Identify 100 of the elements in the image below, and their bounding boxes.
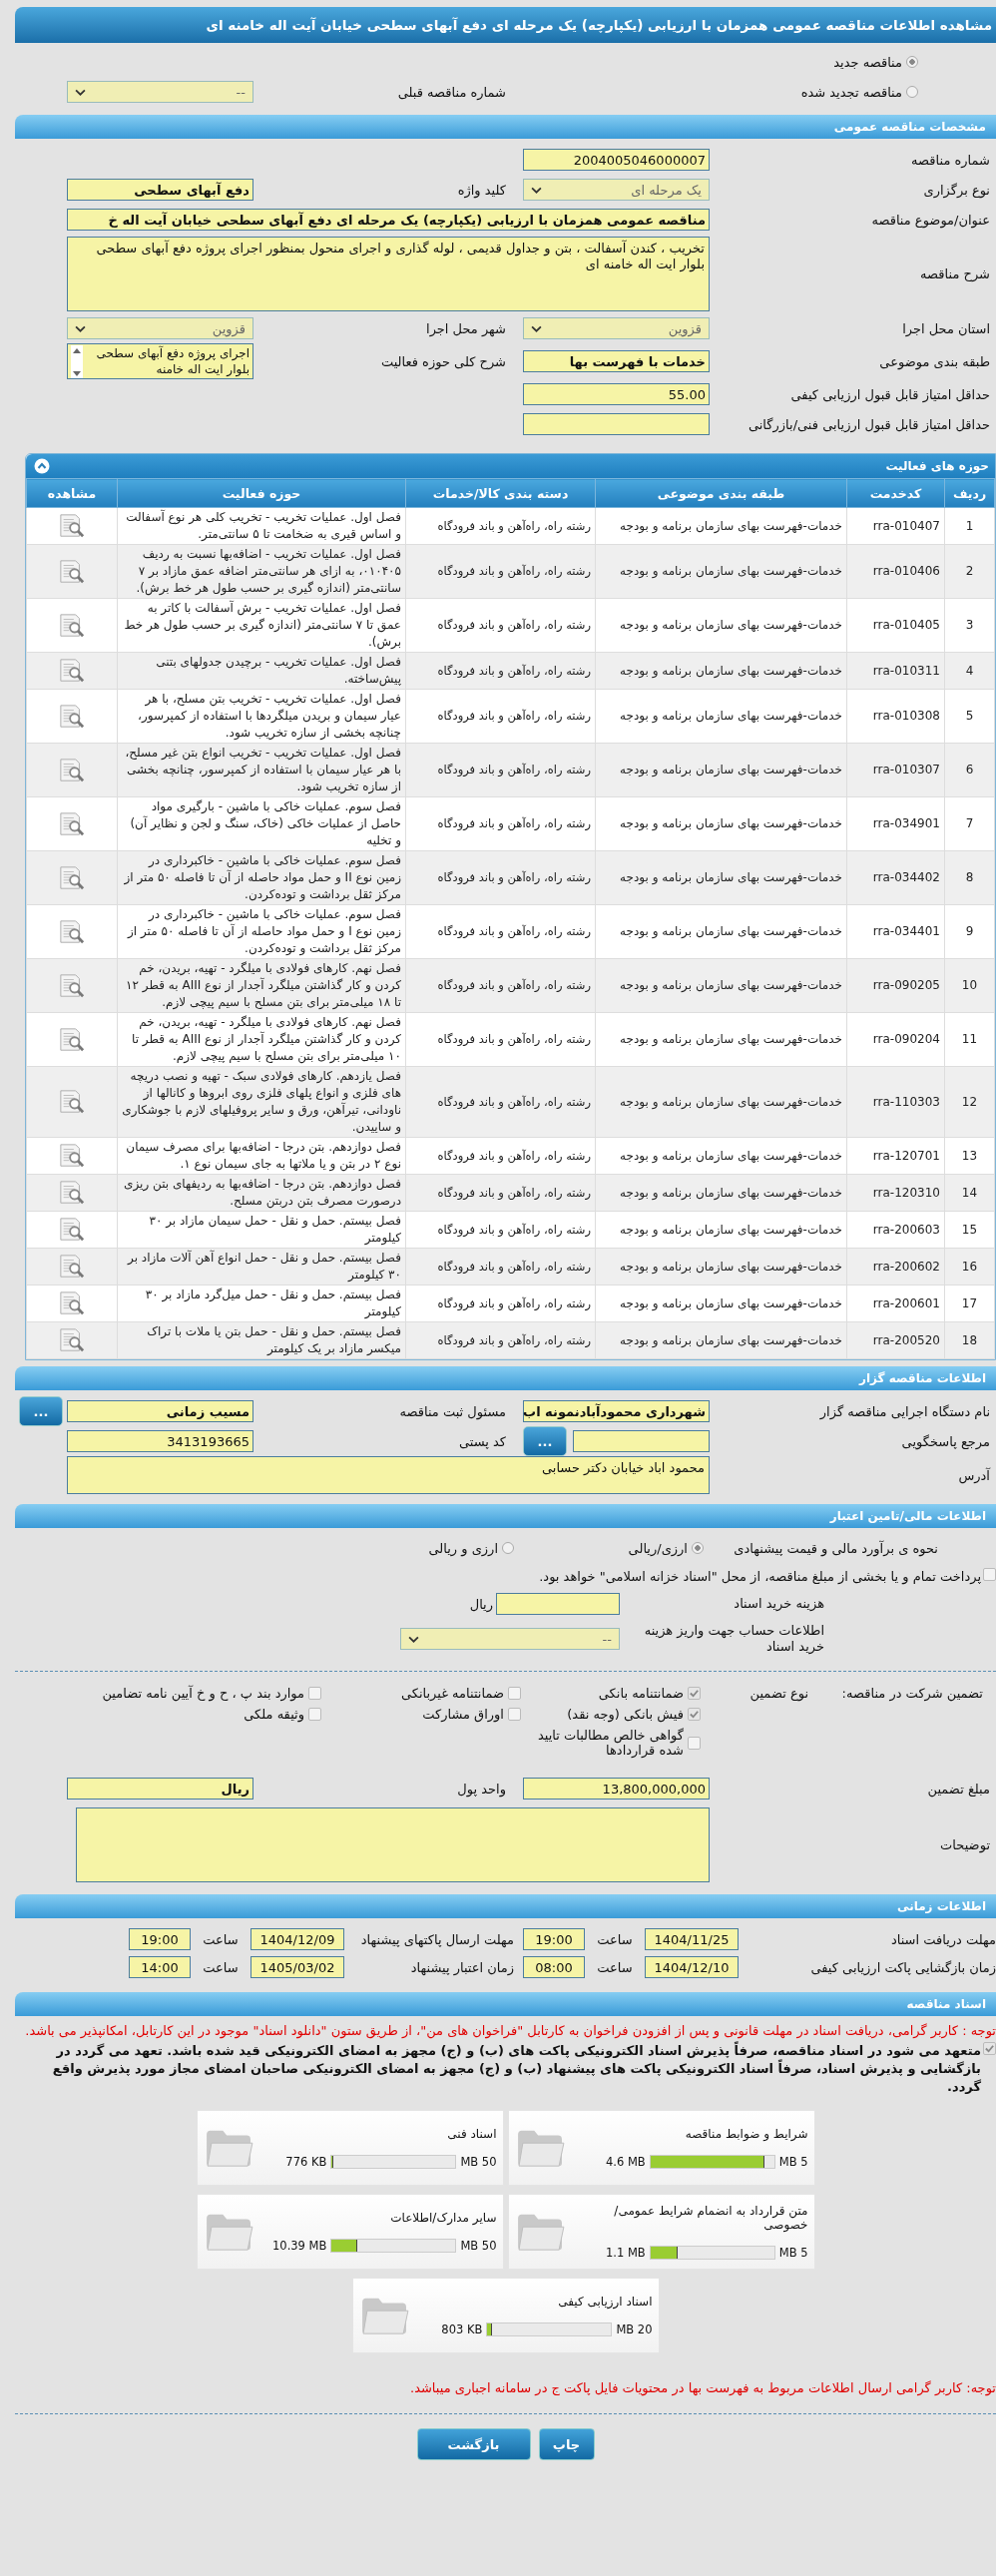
text-field[interactable]: 13,800,000,000 [523, 1778, 710, 1800]
checkbox[interactable] [308, 1687, 321, 1700]
date-field[interactable]: 1405/03/02 [250, 1956, 344, 1978]
document-search-icon[interactable] [58, 703, 86, 730]
table-cell: رشته راه، راه‌آهن و باند فرودگاه [405, 544, 596, 599]
chevron-down-icon [531, 324, 542, 332]
date-field[interactable]: 1404/12/10 [645, 1956, 739, 1978]
time-field[interactable]: 14:00 [129, 1956, 191, 1978]
action-button[interactable]: چاپ [538, 2428, 595, 2460]
dropdown[interactable]: قزوین [523, 317, 710, 339]
date-field[interactable]: 1404/11/25 [645, 1928, 739, 1950]
table-cell: 9 [944, 904, 995, 959]
checkbox[interactable] [308, 1708, 321, 1721]
radio-button[interactable] [502, 1542, 514, 1554]
table-cell: فصل سوم. عملیات خاکی با ماشین - بارگیری مواد حاصل از عملیات خاکی (خاک، سنگ و لجن و نظایر آن) و تخلیه [117, 796, 406, 851]
checkbox[interactable] [508, 1708, 521, 1721]
lookup-button[interactable]: ... [19, 1396, 63, 1426]
radio-button[interactable] [906, 86, 918, 98]
table-cell: فصل بیستم. حمل و نقل - حمل میل‌گرد مازاد بر ۳۰ کیلومتر [117, 1285, 406, 1322]
document-search-icon[interactable] [58, 1290, 86, 1316]
table-cell: رشته راه، راه‌آهن و باند فرودگاه [405, 958, 596, 1013]
text-field[interactable]: ریال [67, 1778, 253, 1800]
page-title: مشاهده اطلاعات مناقصه عمومی همزمان با ارزیابی (یکپارچه) یک مرحله ای دفع آبهای سطحی خیابان آیت اله خامنه ای [206, 17, 992, 33]
document-search-icon[interactable] [58, 918, 86, 945]
used-size: 1.1 MB [605, 2246, 646, 2260]
text-field[interactable] [523, 413, 710, 435]
table-cell: 13 [944, 1137, 995, 1175]
time-field[interactable]: 19:00 [129, 1928, 191, 1950]
text-field[interactable]: مناقصه عمومی همزمان با ارزیابی (یکپارچه) یک مرحله ای دفع آبهای سطحی خیابان آیت اله خ [67, 209, 710, 231]
list-box[interactable]: اجرای پروژه دفع آبهای سطحی بلوار ایت اله خامنه [67, 343, 253, 379]
table-cell: رشته راه، راه‌آهن و باند فرودگاه [405, 796, 596, 851]
dropdown[interactable]: -- [400, 1628, 620, 1650]
table-cell: فصل اول. عملیات تخریب - برش آسفالت با کاتر به عمق تا ۷ سانتی‌متر (اندازه گیری بر حسب طول هر خط برش). [117, 598, 406, 653]
document-search-icon[interactable] [58, 1254, 86, 1280]
dropdown[interactable]: یک مرحله ای [523, 179, 710, 201]
scroll-arrows-icon[interactable] [71, 345, 83, 378]
checkbox[interactable] [983, 2042, 996, 2055]
table-cell: خدمات-فهرست بهای سازمان برنامه و بودجه [595, 1137, 847, 1175]
document-search-icon[interactable] [58, 612, 86, 639]
dropdown[interactable]: قزوین [67, 317, 253, 339]
text-field[interactable]: دفع آبهای سطحی [67, 179, 253, 201]
action-button[interactable]: بازگشت [416, 2428, 531, 2460]
document-search-icon[interactable] [58, 810, 86, 837]
radio-button[interactable] [692, 1542, 704, 1554]
table-cell: rra-010405 [846, 598, 945, 653]
table-cell: فصل سوم. عملیات خاکی با ماشین - خاکبرداری در زمین نوع II و حمل مواد حاصله از آن تا فاصله ۵۰ متر از مرکز ثقل برداشت و توده‌کردن. [117, 850, 406, 905]
text-field[interactable] [496, 1593, 620, 1615]
table-cell: رشته راه، راه‌آهن و باند فرودگاه [405, 850, 596, 905]
date-field[interactable]: 1404/12/09 [250, 1928, 344, 1950]
field-label: شماره مناقصه قبلی [396, 84, 507, 100]
table-cell: رشته راه، راه‌آهن و باند فرودگاه [405, 1211, 596, 1249]
table-cell: rra-010406 [846, 544, 945, 599]
table-cell: رشته راه، راه‌آهن و باند فرودگاه [405, 1012, 596, 1067]
document-search-icon[interactable] [58, 1327, 86, 1353]
document-search-icon[interactable] [58, 1217, 86, 1243]
table-cell: خدمات-فهرست بهای سازمان برنامه و بودجه [595, 1066, 847, 1138]
checkbox[interactable] [508, 1687, 521, 1700]
column-header: حوزه فعالیت [117, 478, 406, 508]
text-area[interactable]: تخریب ، کندن آسفالت ، بتن و جداول قدیمی ، لوله گذاری و اجرای منحول بمنظور اجرای پروژه دفع آبهای سطحی بلوار ایت اله خامنه ای [67, 237, 710, 311]
text-field[interactable]: 3413193665 [67, 1430, 253, 1452]
table-cell: فصل نهم. کارهای فولادی با میلگرد - تهیه، بریدن، خم کردن و کار گذاشتن میلگرد آجدار از نوع AIII به قطر ۱۲ تا ۱۸ میلی‌متر برای بتن مسلح با سیم پیچی لازم. [117, 958, 406, 1013]
document-search-icon[interactable] [58, 864, 86, 891]
text-field[interactable]: 2004005046000007 [523, 149, 710, 171]
document-search-icon[interactable] [58, 1143, 86, 1169]
text-area[interactable]: محمود اباد خیابان دکتر حسابی [67, 1456, 710, 1494]
radio-button[interactable] [906, 56, 918, 68]
document-search-icon[interactable] [58, 658, 86, 684]
text-field[interactable]: شهرداری محمودآبادنمونه اب [523, 1400, 710, 1422]
document-search-icon[interactable] [58, 1026, 86, 1053]
field-label: مهلت دریافت اسناد [889, 1931, 996, 1947]
document-search-icon[interactable] [58, 513, 86, 539]
document-search-icon[interactable] [58, 972, 86, 999]
text-field[interactable]: 55.00 [523, 383, 710, 405]
table-cell: خدمات-فهرست بهای سازمان برنامه و بودجه [595, 652, 847, 690]
document-search-icon[interactable] [58, 558, 86, 585]
field-label: طبقه بندی موضوعی [878, 353, 991, 369]
checkbox[interactable] [688, 1708, 701, 1721]
checkbox-label: موارد بند پ ، ح و خ آیین نامه تضامین [102, 1686, 304, 1701]
table-cell: 18 [944, 1321, 995, 1359]
field-label: آدرس [957, 1467, 992, 1483]
checkbox[interactable] [688, 1687, 701, 1700]
lookup-button[interactable]: ... [523, 1426, 567, 1456]
text-field[interactable] [573, 1430, 710, 1452]
checkbox[interactable] [983, 1568, 996, 1581]
document-search-icon[interactable] [58, 1180, 86, 1206]
table-cell: فصل دوازدهم. بتن درجا - اضافه‌بها به ردیفهای بتن ریزی درصورت مصرف بتن دربتن مسلح. [117, 1174, 406, 1212]
document-search-icon[interactable] [58, 757, 86, 783]
table-cell: خدمات-فهرست بهای سازمان برنامه و بودجه [595, 1211, 847, 1249]
text-field[interactable]: خدمات با فهرست بها [523, 350, 710, 372]
dropdown[interactable]: -- [67, 81, 253, 103]
time-field[interactable]: 19:00 [523, 1928, 585, 1950]
checkbox[interactable] [688, 1736, 701, 1750]
document-search-icon[interactable] [58, 1089, 86, 1115]
text-field[interactable]: مسیب زمانی [67, 1400, 253, 1422]
time-field[interactable]: 08:00 [523, 1956, 585, 1978]
table-cell: rra-034401 [846, 904, 945, 959]
text-area[interactable] [76, 1807, 710, 1882]
table-cell: خدمات-فهرست بهای سازمان برنامه و بودجه [595, 544, 847, 599]
table-cell: 12 [944, 1066, 995, 1138]
collapse-icon[interactable] [34, 458, 50, 474]
